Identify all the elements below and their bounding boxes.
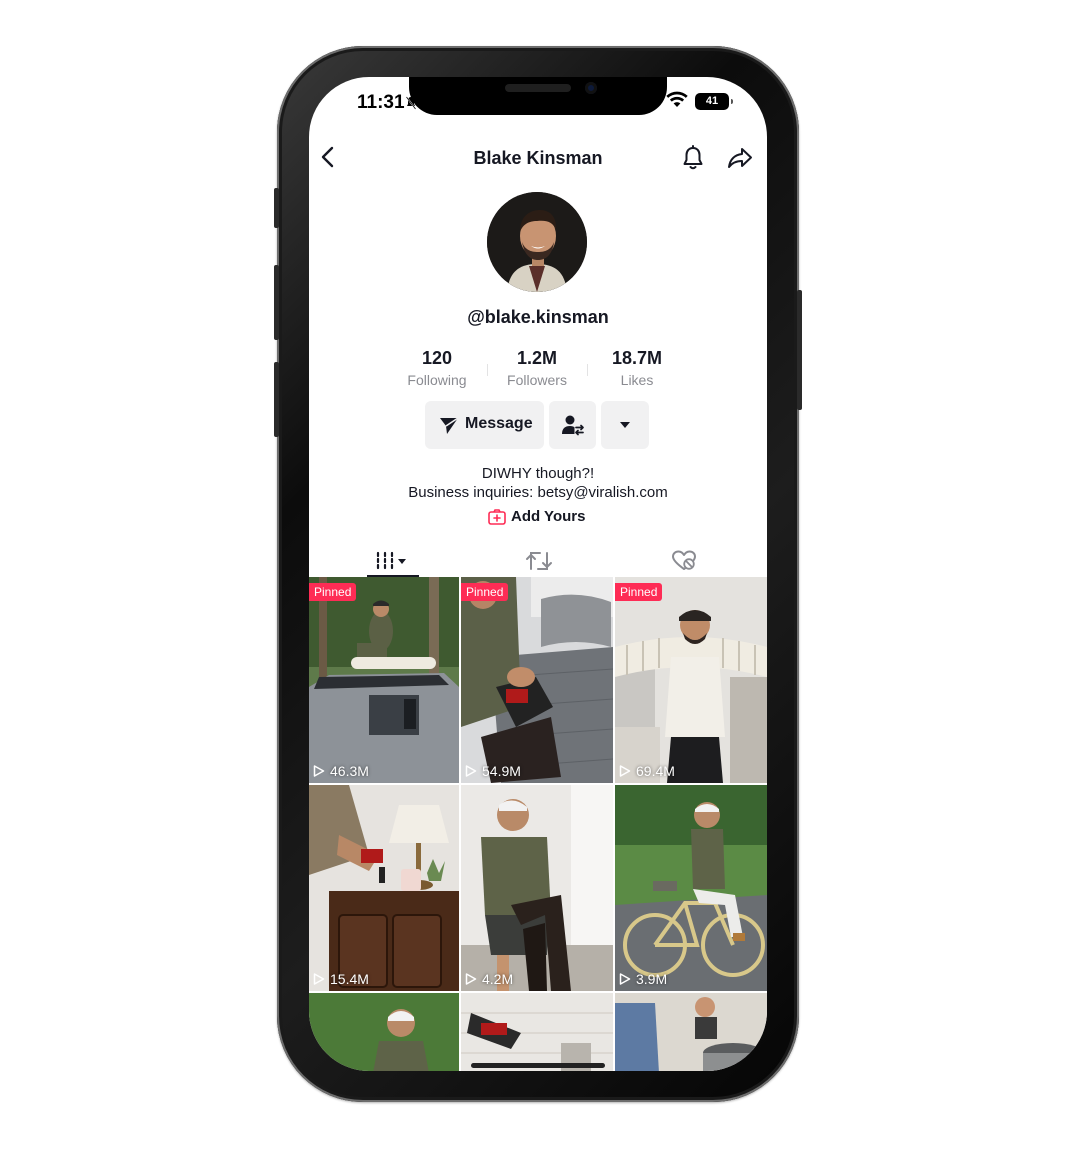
avatar[interactable] xyxy=(487,192,587,292)
video-thumbnail xyxy=(461,785,613,991)
stat-followers[interactable]: 1.2M Followers xyxy=(487,348,587,388)
video-thumbnail xyxy=(615,577,767,783)
tab-reposts[interactable] xyxy=(524,547,554,575)
video-thumbnail xyxy=(461,993,613,1071)
video-tile[interactable] xyxy=(461,993,613,1071)
video-tile[interactable] xyxy=(309,993,459,1071)
stat-following[interactable]: 120 Following xyxy=(387,348,487,388)
bell-icon[interactable] xyxy=(681,145,705,171)
view-count-value: 15.4M xyxy=(330,971,369,987)
video-thumbnail xyxy=(461,577,613,783)
play-icon xyxy=(619,765,631,777)
play-icon xyxy=(465,765,477,777)
video-tile[interactable]: Pinned 46.3M xyxy=(309,577,459,783)
home-indicator[interactable] xyxy=(471,1063,605,1068)
pinned-badge: Pinned xyxy=(309,583,357,601)
stat-label: Followers xyxy=(507,372,567,388)
video-thumbnail xyxy=(615,785,767,991)
stat-likes[interactable]: 18.7M Likes xyxy=(587,348,687,388)
play-icon xyxy=(619,973,631,985)
avatar-photo xyxy=(487,192,587,292)
more-options-button[interactable] xyxy=(601,401,649,449)
notch xyxy=(409,77,667,115)
liked-hidden-icon xyxy=(672,550,696,570)
status-time: 11:31 xyxy=(357,92,405,113)
bio-line: Business inquiries: betsy@viralish.com xyxy=(408,484,668,501)
phone-screen: 11:31 41 Blake Kinsman @blake.kinsman 12… xyxy=(309,77,767,1071)
message-label: Message xyxy=(465,415,533,432)
video-thumbnail xyxy=(309,785,459,991)
send-icon xyxy=(440,417,459,434)
user-swap-icon xyxy=(562,415,584,436)
stat-value: 1.2M xyxy=(516,348,558,368)
content-tabs xyxy=(309,547,767,577)
view-count-value: 46.3M xyxy=(330,763,369,779)
video-tile[interactable] xyxy=(615,993,767,1071)
play-icon xyxy=(465,973,477,985)
grid-icon xyxy=(376,551,406,570)
wifi-icon xyxy=(666,91,688,107)
view-count-value: 69.4M xyxy=(636,763,675,779)
mute-switch xyxy=(274,188,279,228)
video-tile[interactable]: Pinned 54.9M xyxy=(461,577,613,783)
stat-label: Following xyxy=(407,372,467,388)
profile-stats: 120 Following 1.2M Followers 18.7M Likes xyxy=(387,348,687,392)
message-button[interactable]: Message xyxy=(425,401,544,449)
play-icon xyxy=(313,765,325,777)
add-yours-icon xyxy=(488,509,506,525)
video-thumbnail xyxy=(309,993,459,1071)
repost-icon xyxy=(526,552,552,570)
pinned-badge: Pinned xyxy=(461,583,509,601)
friends-button[interactable] xyxy=(549,401,596,449)
video-tile[interactable]: 15.4M xyxy=(309,785,459,991)
stat-value: 120 xyxy=(421,348,453,368)
volume-down-button xyxy=(274,362,279,437)
video-tile[interactable]: Pinned 69.4M xyxy=(615,577,767,783)
volume-up-button xyxy=(274,265,279,340)
video-tile[interactable]: 4.2M xyxy=(461,785,613,991)
view-count-value: 3.9M xyxy=(636,971,668,987)
stat-value: 18.7M xyxy=(611,348,663,368)
battery-indicator: 41 xyxy=(695,93,733,110)
video-thumbnail xyxy=(309,577,459,783)
view-count-value: 54.9M xyxy=(482,763,521,779)
bio: DIWHY though?! Business inquiries: betsy… xyxy=(309,464,767,502)
video-thumbnail xyxy=(615,993,767,1071)
add-yours-label: Add Yours xyxy=(511,508,586,525)
power-button xyxy=(797,290,802,410)
play-icon xyxy=(313,973,325,985)
share-icon[interactable] xyxy=(727,146,753,170)
pinned-badge: Pinned xyxy=(615,583,663,601)
tab-liked[interactable] xyxy=(669,547,699,575)
stat-label: Likes xyxy=(620,372,654,388)
caret-down-icon xyxy=(620,422,630,428)
view-count-value: 4.2M xyxy=(482,971,514,987)
username-handle: @blake.kinsman xyxy=(467,307,609,327)
video-tile[interactable]: 3.9M xyxy=(615,785,767,991)
tab-videos[interactable] xyxy=(375,547,415,575)
bio-line: DIWHY though?! xyxy=(481,465,595,482)
